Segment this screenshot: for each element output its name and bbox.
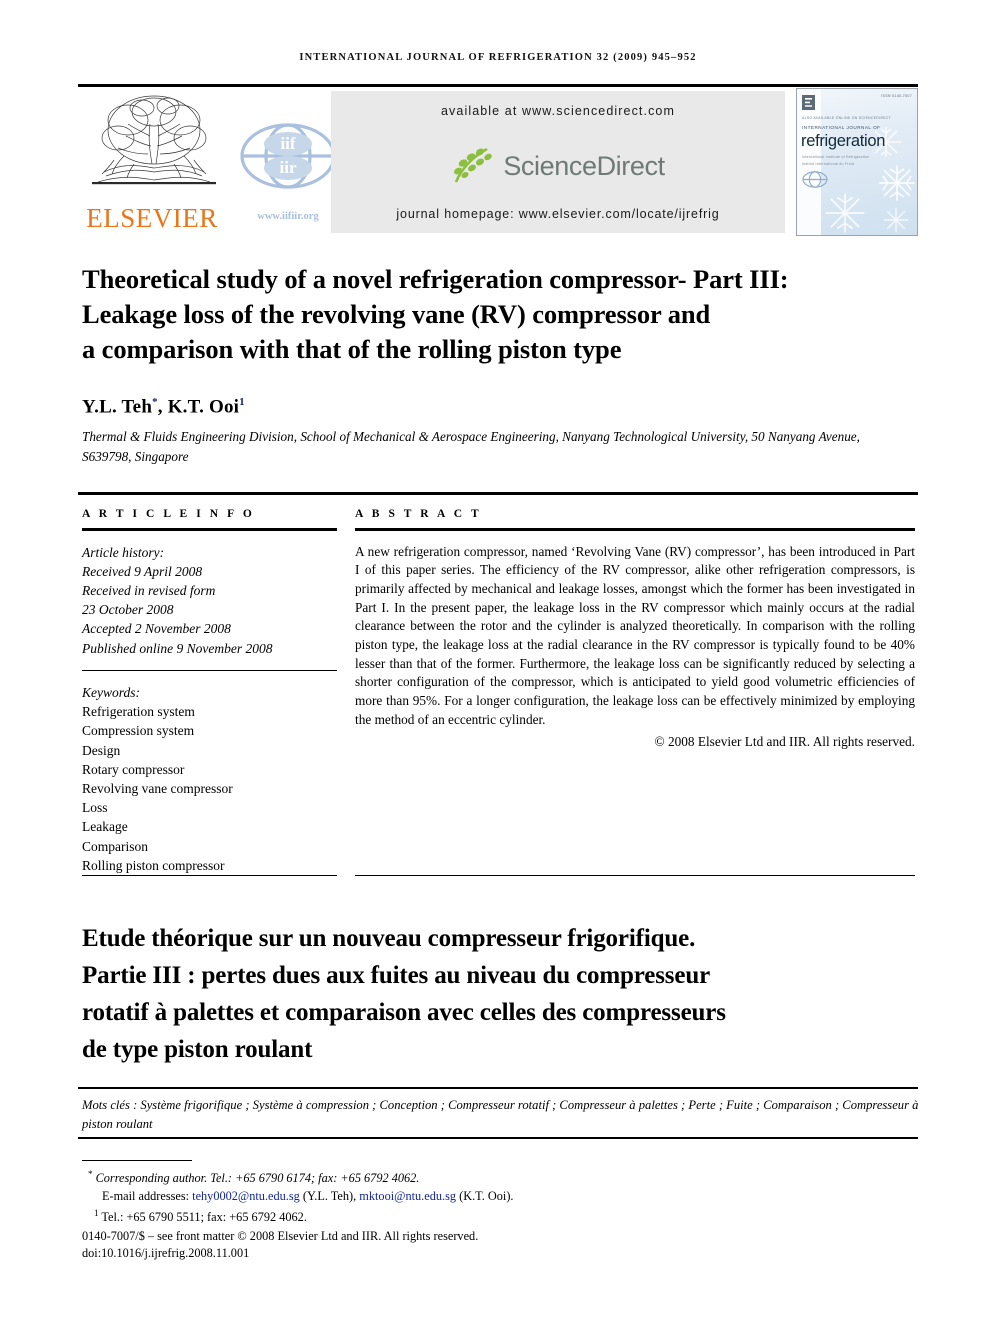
elsevier-wordmark: ELSEVIER [86, 203, 218, 233]
french-keywords-bottom-rule [78, 1137, 918, 1139]
journal-cover-thumbnail[interactable]: ISSN 0140-7007 ALSO AVAILABLE ONLINE ON … [796, 88, 918, 236]
running-head: International Journal of Refrigeration 3… [299, 52, 697, 63]
elsevier-logo[interactable]: ELSEVIER [78, 90, 230, 236]
globe-icon [802, 171, 828, 188]
author-tel-note: 1 Tel.: +65 6790 5511; fax: +65 6792 406… [82, 1205, 782, 1227]
sciencedirect-leaf-icon [454, 147, 493, 183]
sciencedirect-wordmark: ScienceDirect [503, 150, 665, 181]
keyword-item: Design [82, 742, 121, 758]
author-2: , K.T. Ooi [157, 396, 240, 418]
masthead-band: ELSEVIER iif iir www.iifiir.org availabl… [78, 88, 918, 236]
footnote-rule [82, 1160, 192, 1162]
keyword-item: Leakage [82, 819, 128, 835]
snowflake-icon [825, 193, 865, 233]
corresponding-marker: * [88, 1169, 93, 1179]
abstract-copyright: © 2008 Elsevier Ltd and IIR. All rights … [654, 733, 915, 749]
iif-url-label: www.iifiir.org [257, 211, 319, 222]
french-title-line-3: rotatif à palettes et comparaison avec c… [82, 999, 726, 1026]
history-item: 23 October 2008 [82, 602, 174, 618]
french-title-line-1: Etude théorique sur un nouveau compresse… [82, 925, 696, 952]
abstract-bottom-rule [355, 875, 915, 877]
author-2-marker[interactable]: 1 [239, 396, 245, 408]
article-history-label: Article history: [82, 544, 165, 560]
french-keywords-top-rule [78, 1087, 918, 1089]
journal-article-page: International Journal of Refrigeration 3… [0, 0, 992, 1323]
doi-line[interactable]: doi:10.1016/j.ijrefrig.2008.11.001 [82, 1245, 782, 1263]
elsevier-mark-icon [802, 95, 815, 110]
cover-journal-title: refrigeration [801, 132, 886, 150]
svg-text:iif: iif [280, 134, 295, 153]
keyword-item: Rotary compressor [82, 761, 185, 777]
abstract-heading: A B S T R A C T [355, 508, 482, 520]
french-title-line-4: de type piston roulant [82, 1036, 313, 1063]
keyword-item: Compression system [82, 723, 195, 739]
cover-issn: ISSN 0140-7007 [881, 94, 912, 98]
cover-online-note: ALSO AVAILABLE ONLINE ON SCIENCEDIRECT [802, 116, 892, 120]
french-title: Etude théorique sur un nouveau compresse… [82, 920, 917, 1068]
abstract-top-rule [78, 492, 918, 495]
email-note: E-mail addresses: tehy0002@ntu.edu.sg (Y… [82, 1188, 782, 1206]
globe-icon: iif iir [240, 123, 336, 189]
abstract-text: A new refrigeration compressor, named ‘R… [355, 543, 915, 727]
keyword-item: Loss [82, 800, 108, 816]
cover-journal-kicker: INTERNATIONAL JOURNAL OF [802, 125, 881, 130]
sciencedirect-banner: available at www.sciencedirect.com Scien… [331, 91, 785, 233]
cover-institute-en: International Institute of Refrigeration [802, 155, 870, 159]
header-rule [78, 84, 918, 87]
title-line-3: a comparison with that of the rolling pi… [82, 334, 622, 364]
available-at-label: available at www.sciencedirect.com [440, 104, 675, 118]
svg-text:iir: iir [280, 158, 297, 177]
abstract-rule [355, 528, 915, 531]
keyword-item: Refrigeration system [82, 704, 195, 720]
article-info-heading: A R T I C L E I N F O [82, 508, 255, 520]
author-1: Y.L. Teh [82, 396, 153, 418]
email-link-1[interactable]: tehy0002@ntu.edu.sg [192, 1189, 300, 1203]
snowflake-icon [879, 165, 915, 201]
footnote-marker-1: 1 [94, 1208, 99, 1219]
iif-iir-logo[interactable]: iif iir www.iifiir.org [238, 112, 338, 224]
snowflake-icon [883, 207, 909, 233]
author-tel-text: Tel.: +65 6790 5511; fax: +65 6792 4062. [101, 1210, 307, 1225]
email-link-2[interactable]: mktooi@ntu.edu.sg [359, 1189, 456, 1203]
keyword-item: Rolling piston compressor [82, 857, 225, 873]
email-owner-1: (Y.L. Teh), [302, 1188, 357, 1203]
issn-copyright-line: 0140-7007/$ – see front matter © 2008 El… [82, 1228, 479, 1243]
french-title-line-2: Partie III : pertes dues aux fuites au n… [82, 962, 711, 989]
article-info-column: A R T I C L E I N F O Article history: R… [82, 508, 337, 875]
title-line-2: Leakage loss of the revolving vane (RV) … [82, 299, 711, 329]
cover-institute-fr: Institut International du Froid [802, 162, 855, 166]
history-item: Received 9 April 2008 [82, 563, 203, 579]
journal-homepage-label[interactable]: journal homepage: www.elsevier.com/locat… [331, 207, 785, 221]
article-history: Article history: Received 9 April 2008 R… [82, 543, 337, 658]
keyword-item: Comparison [82, 838, 148, 854]
sciencedirect-logo[interactable]: ScienceDirect [331, 143, 785, 189]
keywords-divider [82, 669, 337, 671]
article-info-bottom-rule [82, 875, 337, 877]
page-title: Theoretical study of a novel refrigerati… [82, 262, 882, 367]
keywords-label: Keywords: [82, 684, 140, 700]
footnote-block: * Corresponding author. Tel.: +65 6790 6… [82, 1166, 782, 1263]
keywords-list: Keywords: Refrigeration system Compressi… [82, 683, 337, 875]
title-line-1: Theoretical study of a novel refrigerati… [82, 264, 789, 294]
affiliation: Thermal & Fluids Engineering Division, S… [82, 429, 860, 464]
article-info-rule [82, 528, 337, 531]
history-item: Accepted 2 November 2008 [82, 621, 231, 637]
history-item: Received in revised form [82, 582, 216, 598]
history-item: Published online 9 November 2008 [82, 640, 273, 656]
email-owner-2: (K.T. Ooi). [459, 1188, 514, 1203]
corresponding-author-text: Corresponding author. Tel.: +65 6790 617… [95, 1171, 420, 1186]
corresponding-author-note: * Corresponding author. Tel.: +65 6790 6… [82, 1166, 782, 1188]
email-label: E-mail addresses: [102, 1188, 190, 1203]
author-list: Y.L. Teh*, K.T. Ooi1 [82, 396, 245, 418]
elsevier-tree-icon [92, 95, 216, 185]
keyword-item: Revolving vane compressor [82, 780, 233, 796]
abstract-column: A B S T R A C T A new refrigeration comp… [355, 508, 915, 750]
french-keywords: Mots clés : Système frigorifique ; Systè… [82, 1098, 919, 1131]
